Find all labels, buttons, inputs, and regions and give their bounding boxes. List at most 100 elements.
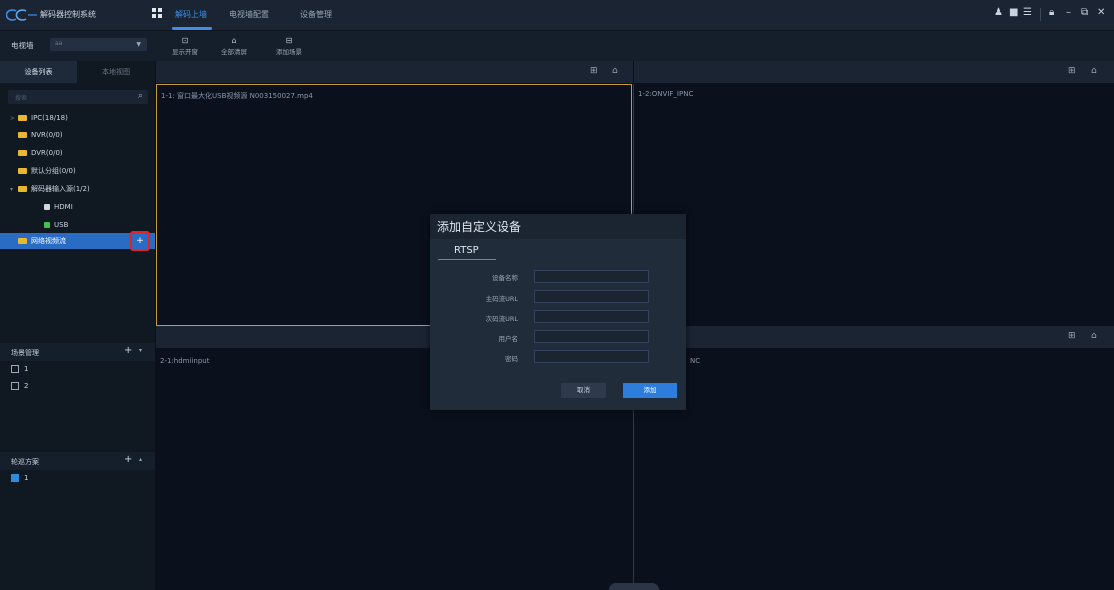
chevron-down-icon: ▾ bbox=[10, 186, 14, 193]
folder-icon bbox=[18, 238, 27, 244]
monitor-icon[interactable]: ■ bbox=[1009, 7, 1018, 18]
split-icon[interactable]: ⊞ bbox=[590, 66, 598, 76]
dialog-title: 添加自定义设备 bbox=[437, 220, 522, 234]
add-tour-icon[interactable]: + bbox=[124, 454, 132, 465]
title-bar bbox=[0, 0, 1114, 31]
scene-icon bbox=[11, 382, 19, 390]
main-stream-url-label: 主码流URL bbox=[485, 295, 518, 303]
folder-icon bbox=[18, 132, 27, 138]
close-icon[interactable]: ✕ bbox=[1097, 7, 1105, 18]
tour-icon bbox=[11, 474, 19, 482]
add-scene-button[interactable]: ⊟ 添加场景 bbox=[269, 36, 309, 56]
person-icon[interactable]: ♟ bbox=[994, 7, 1003, 18]
search-input[interactable]: 搜索 ⌕ bbox=[8, 90, 148, 104]
clear-all-label: 全部清屏 bbox=[221, 48, 247, 56]
tree-item-default-group[interactable]: 默认分组(0/0) bbox=[0, 163, 155, 179]
add-scene-icon[interactable]: + bbox=[124, 345, 132, 356]
scene-label: 1 bbox=[24, 365, 29, 373]
clear-icon[interactable]: ⌂ bbox=[1091, 331, 1097, 341]
window-icon: ⊡ bbox=[181, 36, 189, 45]
apps-grid-icon[interactable] bbox=[152, 8, 162, 18]
tree-label: 默认分组(0/0) bbox=[31, 167, 76, 175]
clear-all-button[interactable]: ⌂ 全部清屏 bbox=[214, 36, 254, 56]
add-custom-device-dialog: 添加自定义设备 RTSP 设备名称 主码流URL 次码流URL 用户名 密码 取… bbox=[430, 214, 686, 410]
tree-label: NVR(0/0) bbox=[31, 131, 63, 139]
tab-local-view[interactable]: 本地视图 bbox=[77, 61, 155, 83]
tour-item[interactable]: 1 bbox=[11, 474, 28, 488]
tvwall-select[interactable]: aa ▼ bbox=[50, 38, 147, 51]
search-icon[interactable]: ⌕ bbox=[138, 91, 143, 101]
tab-rtsp[interactable]: RTSP bbox=[454, 245, 479, 256]
add-scene-label: 添加场景 bbox=[276, 48, 302, 56]
tour-section-title: 轮巡方案 bbox=[11, 458, 39, 466]
split-icon[interactable]: ⊞ bbox=[1068, 331, 1076, 341]
scene-icon bbox=[11, 365, 19, 373]
username-field[interactable] bbox=[534, 330, 649, 343]
tab-tvwall-config[interactable]: 电视墙配置 bbox=[229, 9, 269, 20]
drawer-handle[interactable] bbox=[609, 583, 659, 590]
split-icon[interactable]: ⊞ bbox=[1068, 66, 1076, 76]
lock-icon[interactable]: 🔒︎ bbox=[1049, 7, 1054, 18]
pane-title: 1-1: 窗口最大化USB视频源 N003150027.mp4 bbox=[161, 92, 313, 100]
show-window-button[interactable]: ⊡ 显示开窗 bbox=[165, 36, 205, 56]
chevron-down-icon: ▼ bbox=[136, 41, 141, 48]
clear-icon[interactable]: ⌂ bbox=[1091, 66, 1097, 76]
device-name-label: 设备名称 bbox=[492, 274, 518, 282]
tree-label: 网络视频流 bbox=[31, 237, 66, 245]
video-pane-1-2[interactable]: 1-2:ONVIF_IPNC bbox=[634, 84, 1114, 326]
tab-device-management[interactable]: 设备管理 bbox=[300, 9, 332, 20]
tab-device-list[interactable]: 设备列表 bbox=[0, 61, 77, 83]
password-field[interactable] bbox=[534, 350, 649, 363]
folder-icon bbox=[18, 186, 27, 192]
show-window-label: 显示开窗 bbox=[172, 48, 198, 56]
sub-stream-url-field[interactable] bbox=[534, 310, 649, 323]
cancel-button[interactable]: 取消 bbox=[561, 383, 606, 398]
tour-section-header: 轮巡方案 + ▴ bbox=[0, 452, 155, 470]
pane-title: NC bbox=[690, 357, 701, 365]
divider bbox=[1040, 8, 1041, 21]
tree-item-ipc[interactable]: > IPC(18/18) bbox=[0, 110, 155, 126]
device-name-field[interactable] bbox=[534, 270, 649, 283]
restore-icon[interactable]: ⧉ bbox=[1081, 7, 1088, 18]
tree-label: IPC(18/18) bbox=[31, 114, 68, 122]
clear-icon[interactable]: ⌂ bbox=[612, 66, 618, 76]
app-logo-icon bbox=[6, 9, 37, 21]
scene-section-title: 场景管理 bbox=[11, 349, 39, 357]
collapse-icon[interactable]: ▾ bbox=[139, 347, 142, 354]
add-button[interactable]: 添加 bbox=[623, 383, 677, 398]
tour-label: 1 bbox=[24, 474, 29, 482]
tree-label: DVR(0/0) bbox=[31, 149, 63, 157]
tree-label: HDMI bbox=[54, 203, 73, 211]
pane-header: ⊞ ⌂ bbox=[634, 326, 1114, 348]
input-source-icon bbox=[44, 222, 50, 228]
active-tab-indicator bbox=[172, 27, 212, 30]
sub-stream-url-label: 次码流URL bbox=[485, 315, 518, 323]
tvwall-select-value: aa bbox=[55, 40, 63, 47]
folder-icon bbox=[18, 168, 27, 174]
tree-item-dvr[interactable]: DVR(0/0) bbox=[0, 145, 155, 161]
username-label: 用户名 bbox=[498, 335, 519, 343]
tab-underline bbox=[438, 259, 496, 260]
tree-item-hdmi[interactable]: HDMI bbox=[0, 199, 155, 215]
video-pane-2-2[interactable]: NC bbox=[634, 349, 1114, 583]
add-network-stream-button[interactable]: + bbox=[130, 231, 150, 251]
search-placeholder: 搜索 bbox=[15, 95, 28, 102]
expand-icon[interactable]: ▴ bbox=[139, 456, 142, 463]
scene-item[interactable]: 1 bbox=[11, 365, 28, 379]
password-label: 密码 bbox=[505, 355, 518, 363]
scene-label: 2 bbox=[24, 382, 29, 390]
minimize-icon[interactable]: – bbox=[1066, 7, 1071, 18]
tree-item-nvr[interactable]: NVR(0/0) bbox=[0, 127, 155, 143]
folder-icon bbox=[18, 115, 27, 121]
pane-title: 2-1:hdmiinput bbox=[160, 357, 210, 365]
tab-decode-wall[interactable]: 解码上墙 bbox=[175, 9, 207, 20]
app-title: 解码器控制系统 bbox=[40, 10, 96, 19]
chevron-right-icon: > bbox=[10, 115, 16, 122]
scene-item[interactable]: 2 bbox=[11, 382, 28, 396]
pane-title: 1-2:ONVIF_IPNC bbox=[638, 90, 694, 98]
tree-item-decoder-input[interactable]: ▾ 解码器输入源(1/2) bbox=[0, 181, 155, 197]
list-icon[interactable]: ☰ bbox=[1023, 7, 1032, 18]
tvwall-label: 电视墙 bbox=[11, 41, 34, 50]
pane-header: ⊞ ⌂ bbox=[156, 61, 633, 83]
main-stream-url-field[interactable] bbox=[534, 290, 649, 303]
